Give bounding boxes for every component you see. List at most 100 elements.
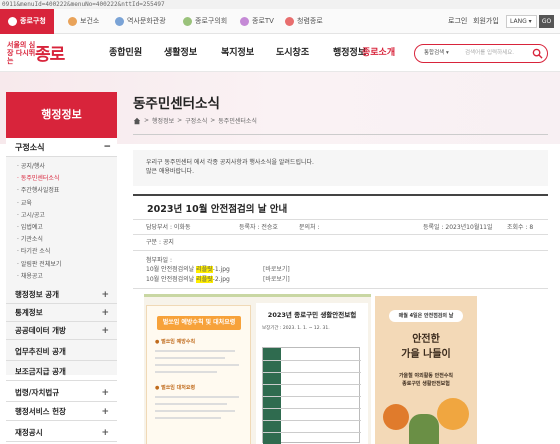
file-name: 10월 안전점검의날 [146,276,197,283]
preview-link[interactable]: [바로보기] [263,275,290,285]
post-title: 2023년 10월 안전점검의 날 안내 [147,204,288,215]
logo-wordmark: 종로 [35,45,65,65]
gnb-welfare[interactable]: 복지정보 [221,34,254,72]
nav-label: 보조금지급 공개 [15,367,66,376]
submenu-agency-news[interactable]: · 기관소식 [6,234,117,246]
gnb-about[interactable]: 종로소개 [362,34,395,72]
login-link[interactable]: 로그인 [448,9,467,34]
gnb-life-info[interactable]: 생활정보 [164,34,197,72]
search-icon[interactable] [532,48,543,59]
nav-expense[interactable]: 업무추진비 공개 [6,343,117,361]
submenu-announcement[interactable]: · 고시/공고 [6,210,117,222]
attachment-link[interactable]: 10월 안전점검의날 리플릿-1.jpg [146,265,230,275]
language-select-value: LANG [510,18,527,25]
nav-open-data[interactable]: 공공데이터 개방 + [6,322,117,340]
submenu-other-agency[interactable]: · 타기관 소식 [6,246,117,258]
page-title: 동주민센터소식 [133,96,220,112]
expand-icon: + [101,290,109,300]
nav-statistics[interactable]: 통계정보 + [6,304,117,322]
nav-finance[interactable]: 재정공시 + [6,424,117,442]
submenu-notice[interactable]: · 공지/행사 [6,161,117,173]
tab-label: 종로구의회 [195,17,228,25]
utility-bar: 종로구청 보건소 역사문화관광 종로구의회 종로TV 청렴종로 로그인 회원가입… [0,9,560,34]
submenu-community-center[interactable]: · 동주민센터소식 [6,173,117,185]
tv-icon [240,17,249,26]
text-line [155,350,235,352]
submenu-recruitment[interactable]: · 채용공고 [6,271,117,283]
insurance-panel: 2023년 종로구민 생활안전보험 보장기간 : 2023. 1. 1. ~ 1… [256,303,368,444]
search-category-value: 통합검색 [424,50,445,56]
left-nav: 행정정보 구정소식 − · 공지/행사 · 동주민센터소식 · 주간행사일정표 … [6,92,117,444]
attachment-link[interactable]: 10월 안전점검의날 리플릿-2.jpg [146,275,230,285]
tab-label: 보건소 [80,17,100,25]
text-line [155,410,235,412]
file-name: 10월 안전점검의날 [146,266,197,273]
search-input[interactable]: 검색어를 입력하세요. [465,45,514,62]
post-date: 등록일 : 2023년10월11일 [423,224,493,231]
tree-illustration [437,398,469,430]
culture-icon [115,17,124,26]
post-dept: 담당부서 : 이화동 [146,224,191,231]
tab-history-culture[interactable]: 역사문화관광 [115,9,166,34]
tab-label: 청렴종로 [297,17,323,25]
home-icon[interactable] [133,117,141,125]
breadcrumb-separator: > [210,117,216,124]
safety-day-pill: 매월 4일은 안전점검의 날 [389,310,463,322]
table-row-line [263,420,361,421]
jongno-logo[interactable]: 서울의 심장 다시뛰는 종로 [7,38,69,68]
nav-subsidy[interactable]: 보조금지급 공개 [6,363,117,381]
file-name-highlight: 리플릿 [196,266,213,273]
text-line [155,417,221,419]
breadcrumb-item[interactable]: 행정정보 [152,116,174,125]
tab-council[interactable]: 종로구의회 [183,9,227,34]
post-contact: 문의처 : [299,224,320,231]
notice-line: 많은 애용바랍니다. [146,168,194,175]
bee-sting-title: 벌쏘임 예방수칙 및 대처요령 [157,316,241,330]
tab-jongno-tv[interactable]: 종로TV [240,9,274,34]
submenu-weekly-schedule[interactable]: · 주간행사일정표 [6,185,117,197]
expand-icon: + [101,326,109,336]
search-box: 통합검색 ▾ 검색어를 입력하세요. [414,44,548,63]
breadcrumb-item[interactable]: 구정소식 [185,116,207,125]
join-link[interactable]: 회원가입 [473,9,499,34]
search-category-select[interactable]: 통합검색 ▾ [424,45,449,62]
breadcrumb: > 행정정보 > 구정소식 > 동주민센터소식 [133,116,257,125]
table-row-line [263,432,361,433]
notice-line: 우리구 동주민센터 에서 각종 공지사항과 행사소식을 알려드립니다. [146,159,314,166]
nav-label: 공공데이터 개방 [15,326,66,335]
bee-sting-panel: 벌쏘임 예방수칙 및 대처요령 ● 벌쏘임 예방수칙 ● 벌쏘임 대처요령 [146,305,251,444]
go-button[interactable]: GO [539,15,554,28]
subtext-line: 가을철 야외활동 안전수칙 [398,373,454,379]
submenu-notice-board[interactable]: · 알림판 전체보기 [6,259,117,271]
council-icon [183,17,192,26]
board-notice: 우리구 동주민센터 에서 각종 공지사항과 행사소식을 알려드립니다. 많은 애… [133,150,548,186]
tab-jongno-office[interactable]: 종로구청 [0,9,54,34]
tab-integrity[interactable]: 청렴종로 [285,9,323,34]
submenu-legislation[interactable]: · 입법예고 [6,222,117,234]
gnb-civil-service[interactable]: 종합민원 [109,34,142,72]
breadcrumb-item[interactable]: 동주민센터소식 [218,116,257,125]
file-ext: -2.jpg [212,276,230,283]
nav-label: 업무추진비 공개 [15,347,66,356]
post-meta: 담당부서 : 이화동 등록자 : 전승호 문의처 : 등록일 : 2023년10… [133,219,548,235]
headline-line: 안전한 [412,334,440,345]
tab-health-center[interactable]: 보건소 [68,9,99,34]
autumn-headline: 안전한 가을 나들이 [375,332,477,362]
bee-response-heading: ● 벌쏘임 대처요령 [155,385,196,391]
preview-link[interactable]: [바로보기] [263,265,290,275]
text-line [155,371,217,373]
language-select[interactable]: LANG ▾ [506,15,537,28]
left-nav-open-section[interactable]: 구정소식 − [6,138,117,157]
nav-charter[interactable]: 행정서비스 헌장 + [6,403,117,421]
gnb-urban[interactable]: 도시창조 [276,34,309,72]
expand-icon: + [101,308,109,318]
main-header: 서울의 심장 다시뛰는 종로 종합민원 생활정보 복지정보 도시창조 행정정보 … [0,34,560,72]
leaflet-image-2: 매월 4일은 안전점검의 날 안전한 가을 나들이 가을철 야외활동 안전수칙 … [375,296,477,444]
nav-label: 통계정보 [15,308,43,317]
nav-info-disclosure[interactable]: 행정정보 공개 + [6,286,117,304]
title-divider [133,134,548,135]
nav-laws[interactable]: 법령/자치법규 + [6,384,117,402]
collapse-icon: − [103,142,111,152]
submenu-education[interactable]: · 교육 [6,198,117,210]
file-ext: -1.jpg [212,266,230,273]
